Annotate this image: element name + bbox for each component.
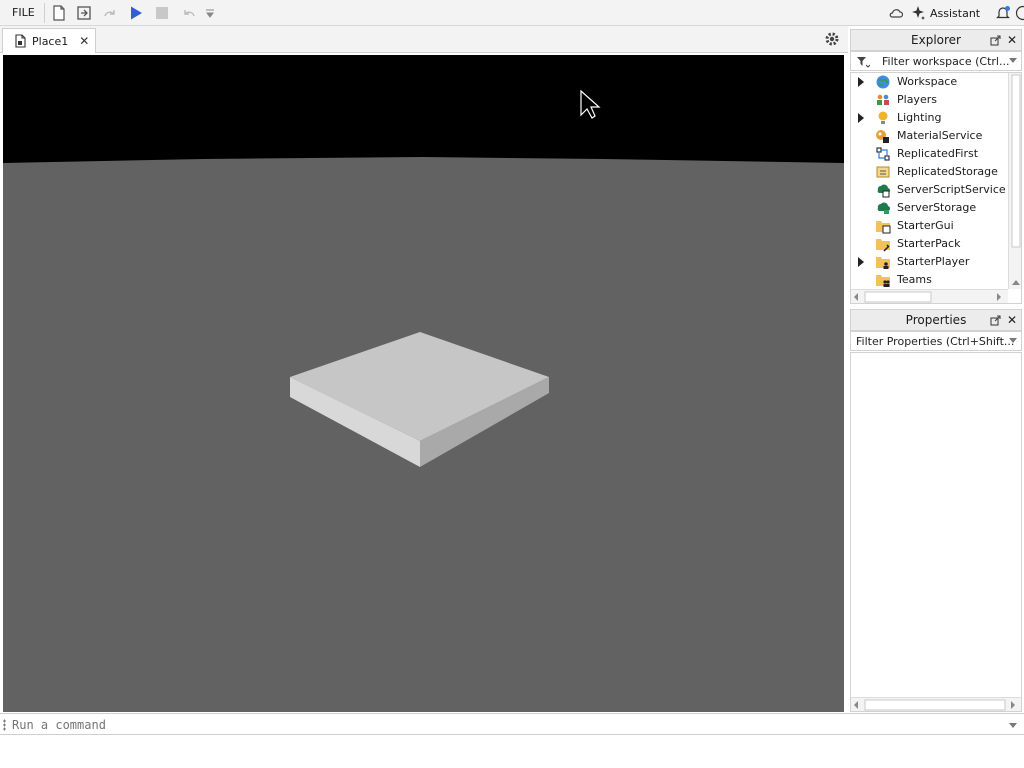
explorer-title: Explorer [911,33,961,47]
tree-item-label: StarterPlayer [897,255,970,268]
tree-item-teams[interactable]: Teams [851,271,1009,289]
stop-icon[interactable] [153,4,171,22]
tree-item-materialservice[interactable]: MaterialService [851,127,1009,145]
tree-item-players[interactable]: Players [851,91,1009,109]
tree-item-replicatedstorage[interactable]: ReplicatedStorage [851,163,1009,181]
filter-funnel-icon [857,57,870,68]
dropdown-arrow-icon[interactable] [1009,58,1017,63]
workspace-icon [876,75,890,89]
undo-icon[interactable] [180,4,198,22]
players-icon [877,94,889,105]
tree-item-label: Teams [897,273,932,286]
server-storage-icon [877,202,891,214]
cloud-icon[interactable] [887,4,905,22]
new-file-icon[interactable] [50,4,68,22]
properties-header: Properties ✕ [850,309,1022,331]
dropdown-arrow-icon[interactable] [1009,338,1017,343]
expand-arrow-icon[interactable] [858,77,864,87]
expand-arrow-icon[interactable] [858,257,864,267]
drag-handle-icon[interactable] [3,719,6,731]
tree-item-label: ServerStorage [897,201,977,214]
command-input[interactable] [12,716,1002,733]
undock-icon[interactable] [990,314,1001,326]
tab-label: Place1 [32,34,69,48]
explorer-horizontal-scrollbar[interactable] [851,289,1008,303]
tree-item-label: MaterialService [897,129,983,142]
expand-arrow-icon[interactable] [858,113,864,123]
starter-gui-icon [876,221,891,234]
properties-filter-placeholder: Filter Properties (Ctrl+Shift... [856,335,1015,348]
server-script-service-icon [877,184,891,198]
mouse-cursor [580,89,601,119]
explorer-vertical-scrollbar[interactable] [1008,73,1021,289]
tree-item-workspace[interactable]: Workspace [851,73,1009,91]
properties-horizontal-scrollbar[interactable] [851,697,1021,711]
redo-icon[interactable] [101,4,119,22]
assistant-button[interactable]: Assistant [910,4,980,22]
explorer-header: Explorer ✕ [850,29,1022,51]
viewport-settings-gear-icon[interactable] [823,30,841,48]
scene-canvas [3,89,844,712]
3d-viewport[interactable] [3,55,844,712]
notification-bell-icon[interactable] [994,4,1012,22]
tree-item-label: StarterGui [897,219,954,232]
explorer-filter-placeholder: Filter workspace (Ctrl... [882,55,1010,68]
tree-item-label: ReplicatedFirst [897,147,979,160]
properties-list [850,352,1022,712]
properties-filter-input[interactable]: Filter Properties (Ctrl+Shift... [850,331,1022,351]
starter-pack-icon [876,239,890,252]
tree-item-label: Players [897,93,937,106]
starter-player-icon [876,257,890,269]
assistant-label: Assistant [930,6,981,20]
tree-item-label: StarterPack [897,237,961,250]
material-service-icon [876,130,889,143]
play-icon[interactable] [127,4,145,22]
toolbar-overflow-icon[interactable] [201,4,219,22]
teams-icon [876,275,890,287]
undock-icon[interactable] [990,34,1001,46]
tree-item-lighting[interactable]: Lighting [851,109,1009,127]
top-toolbar: FILE Assistant [0,0,1024,26]
replicated-first-icon [876,147,890,161]
tree-item-serverstorage[interactable]: ServerStorage [851,199,1009,217]
file-menu[interactable]: FILE [6,4,41,22]
tab-place1[interactable]: Place1 ✕ [2,28,96,53]
tree-item-label: ServerScriptService [897,183,1006,196]
tree-item-serverscriptservice[interactable]: ServerScriptService [851,181,1009,199]
close-icon[interactable]: ✕ [1007,33,1017,47]
tree-item-starterplayer[interactable]: StarterPlayer [851,253,1009,271]
toolbar-separator [44,3,45,23]
tree-item-label: Workspace [897,75,958,88]
lighting-icon [878,111,888,124]
explorer-tree: Workspace Players Lighting MaterialServi… [850,72,1022,304]
document-tab-strip: Place1 ✕ [0,26,848,53]
tree-item-label: ReplicatedStorage [897,165,998,178]
tree-item-replicatedfirst[interactable]: ReplicatedFirst [851,145,1009,163]
tree-item-startergui[interactable]: StarterGui [851,217,1009,235]
tab-close-icon[interactable]: ✕ [79,34,89,48]
tree-item-starterpack[interactable]: StarterPack [851,235,1009,253]
help-icon[interactable] [1014,4,1024,22]
explorer-filter-input[interactable]: Filter workspace (Ctrl... [850,51,1022,71]
command-history-dropdown-icon[interactable] [1009,723,1017,728]
command-bar [0,713,1024,735]
tree-item-label: Lighting [897,111,942,124]
properties-title: Properties [905,313,967,327]
sparkle-icon [912,6,925,20]
replicated-storage-icon [876,166,890,178]
publish-icon[interactable] [75,4,93,22]
close-icon[interactable]: ✕ [1007,313,1017,327]
place-file-icon [15,34,26,48]
